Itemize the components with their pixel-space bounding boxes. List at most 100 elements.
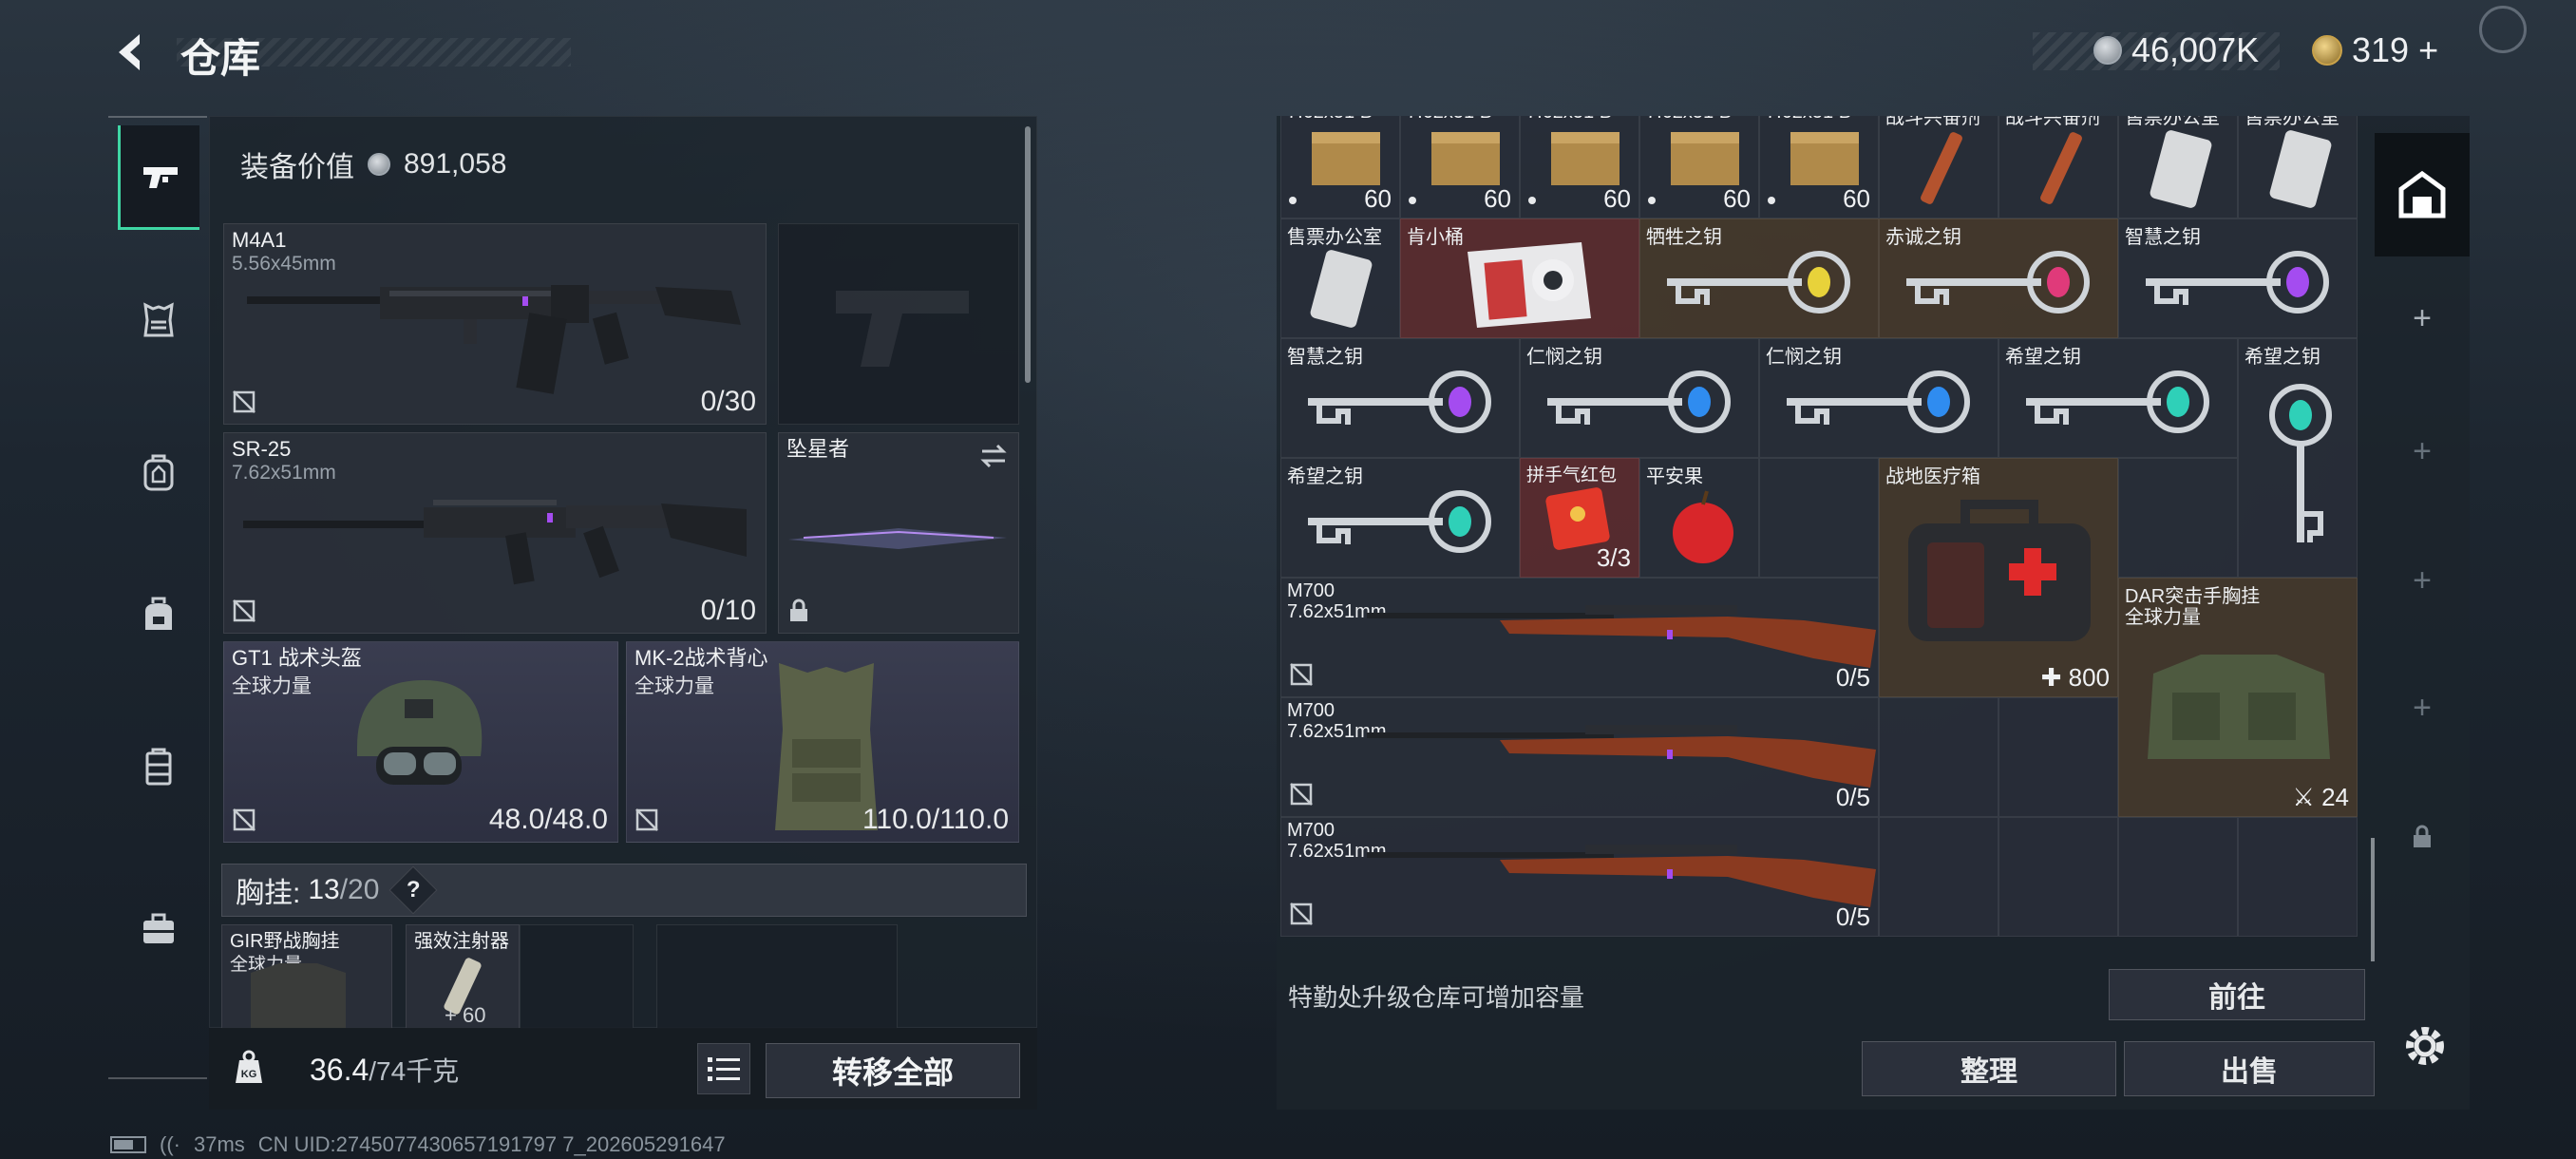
battery-icon xyxy=(110,1136,146,1153)
lock-icon xyxy=(786,598,811,623)
silver-currency: 46,007K xyxy=(2093,27,2259,74)
empty-cell[interactable] xyxy=(2118,458,2238,578)
inventory-item-rifle[interactable]: M700 7.62x51mm 0/5 xyxy=(1280,697,1879,817)
inventory-item-key[interactable]: 希望之钥 xyxy=(1998,338,2238,458)
apple-icon xyxy=(1673,490,1733,563)
sell-button[interactable]: 出售 xyxy=(2124,1041,2375,1096)
help-button[interactable]: ? xyxy=(388,865,438,915)
wifi-icon: ((· xyxy=(160,1132,180,1156)
rig-item-slot[interactable]: 强效注射器 + 60 xyxy=(406,924,520,1029)
equipment-value: 装备价值 891,058 xyxy=(240,143,506,185)
inventory-item-key[interactable]: 智慧之钥 xyxy=(2118,218,2358,338)
primary-weapon-slot[interactable]: M4A1 5.56x45mm 0/30 xyxy=(223,223,767,425)
ticket-card-icon xyxy=(2269,130,2332,208)
rig-slot-count: ⚔ 24 xyxy=(2292,783,2349,811)
empty-cell[interactable] xyxy=(1998,697,2118,817)
nav-weapon[interactable] xyxy=(118,125,199,230)
inventory-item-stim[interactable]: 战斗兴奋剂 xyxy=(1879,116,1998,218)
helmet-slot[interactable]: GT1 战术头盔 全球力量 48.0/48.0 xyxy=(223,641,618,843)
locked-storage-tab[interactable] xyxy=(2375,775,2470,899)
gold-currency[interactable]: 319 + xyxy=(2312,27,2438,74)
add-storage-tab[interactable]: + xyxy=(2375,390,2470,513)
inventory-item-chest-rig[interactable]: DAR突击手胸挂 全球力量 ⚔ 24 xyxy=(2118,578,2358,817)
inventory-item-key[interactable]: 智慧之钥 xyxy=(1280,338,1520,458)
no-insurance-icon xyxy=(232,808,256,832)
bucket-icon xyxy=(1468,242,1591,328)
list-view-button[interactable] xyxy=(697,1043,750,1094)
inventory-item-key[interactable]: 赤诚之钥 xyxy=(1879,218,2118,338)
inventory-item-ammo[interactable]: 7.62x51 B 60 xyxy=(1639,116,1759,218)
armor-icon xyxy=(143,302,174,337)
nav-rig[interactable] xyxy=(118,714,199,819)
back-button[interactable] xyxy=(103,28,160,76)
inventory-item-key[interactable]: 仁悯之钥 xyxy=(1520,338,1759,458)
melee-slot[interactable]: 坠星者 xyxy=(778,432,1019,634)
inventory-item-key[interactable]: 牺牲之钥 xyxy=(1639,218,1879,338)
sort-button[interactable]: 整理 xyxy=(1862,1041,2116,1096)
stim-injector-icon xyxy=(1921,132,1962,204)
ping-value: 37ms xyxy=(193,1132,245,1156)
dot-icon xyxy=(1289,197,1297,204)
add-storage-tab[interactable]: + xyxy=(2375,646,2470,770)
rig-empty-slot[interactable] xyxy=(656,924,898,1029)
vest-slot[interactable]: MK-2战术背心 全球力量 110.0/110.0 xyxy=(626,641,1019,843)
carry-weight-max: /74千克 xyxy=(369,1056,460,1086)
briefcase-icon xyxy=(143,913,174,943)
nav-bag[interactable] xyxy=(118,562,199,667)
silver-amount: 46,007K xyxy=(2131,30,2260,69)
helmet-durability: 48.0/48.0 xyxy=(488,804,608,835)
rig-item-slot[interactable]: GIR野战胸挂 全球力量 xyxy=(221,924,392,1029)
empty-cell[interactable] xyxy=(2238,817,2358,937)
rig-empty-slot[interactable] xyxy=(520,924,634,1029)
inventory-item-apple[interactable]: 平安果 xyxy=(1639,458,1759,578)
bag-icon xyxy=(145,597,172,630)
empty-cell[interactable] xyxy=(1879,817,1998,937)
inventory-item-red-envelope[interactable]: 拼手气红包 3/3 xyxy=(1520,458,1639,578)
add-storage-tab[interactable]: + xyxy=(2375,519,2470,642)
empty-cell[interactable] xyxy=(1879,697,1998,817)
inventory-item-ammo[interactable]: 7.62x51 B 60 xyxy=(1520,116,1639,218)
inventory-item-stim[interactable]: 战斗兴奋剂 xyxy=(1998,116,2118,218)
inventory-item-rifle[interactable]: M700 7.62x51mm 0/5 xyxy=(1280,578,1879,697)
equipment-footer: KG 36.4/74千克 转移全部 xyxy=(209,1028,1037,1110)
inventory-item-key[interactable]: 仁悯之钥 xyxy=(1759,338,1998,458)
add-storage-tab[interactable]: + xyxy=(2375,256,2470,380)
weapon-name: SR-25 xyxy=(232,437,292,461)
storage-tab-main[interactable] xyxy=(2375,133,2470,256)
settings-button[interactable] xyxy=(2399,1020,2451,1072)
inventory-item-ammo[interactable]: 7.62x51 B 60 xyxy=(1280,116,1400,218)
pistol-icon xyxy=(142,166,178,188)
inventory-item-key[interactable]: 希望之钥 xyxy=(2238,338,2358,578)
pistol-placeholder-icon xyxy=(836,291,969,367)
gold-amount: 319 xyxy=(2352,30,2410,69)
sr25-rifle-icon xyxy=(243,500,747,585)
goto-button[interactable]: 前往 xyxy=(2109,969,2365,1020)
empty-cell[interactable] xyxy=(1998,817,2118,937)
helmet-icon xyxy=(357,680,483,785)
empty-cell[interactable] xyxy=(2118,817,2238,937)
inventory-item-ticket[interactable]: 售票办公室 xyxy=(2118,116,2238,218)
ammo-box-icon xyxy=(1790,132,1859,185)
nav-armor[interactable] xyxy=(118,268,199,372)
add-gold-button[interactable]: + xyxy=(2418,30,2438,70)
secondary-weapon-slot[interactable]: SR-25 7.62x51mm 0/10 xyxy=(223,432,767,634)
vest-name: MK-2战术背心 xyxy=(635,646,768,670)
chest-rig-capacity: /20 xyxy=(339,874,380,905)
equipment-scrollbar[interactable] xyxy=(1025,126,1031,383)
inventory-item-ammo[interactable]: 7.62x51 B 60 xyxy=(1400,116,1520,218)
inventory-item-rifle[interactable]: M700 7.62x51mm 0/5 xyxy=(1280,817,1879,937)
inventory-item-ticket[interactable]: 售票办公室 xyxy=(1280,218,1400,338)
empty-cell[interactable] xyxy=(1759,458,1879,578)
silver-coin-icon xyxy=(368,153,390,176)
inventory-item-medkit[interactable]: 战地医疗箱 ✚ 800 xyxy=(1879,458,2118,697)
inventory-item-kfc-bucket[interactable]: 肯小桶 xyxy=(1400,218,1639,338)
inventory-item-key[interactable]: 希望之钥 xyxy=(1280,458,1520,578)
inventory-item-ticket[interactable]: 售票办公室 xyxy=(2238,116,2358,218)
inventory-item-ammo[interactable]: 7.62x51 B 60 xyxy=(1759,116,1879,218)
pistol-slot[interactable] xyxy=(778,223,1019,425)
swap-icon[interactable] xyxy=(978,441,1009,471)
nav-case[interactable] xyxy=(118,876,199,980)
nav-backpack[interactable] xyxy=(118,420,199,524)
medkit-count: ✚ 800 xyxy=(2040,663,2110,692)
transfer-all-button[interactable]: 转移全部 xyxy=(766,1043,1020,1098)
